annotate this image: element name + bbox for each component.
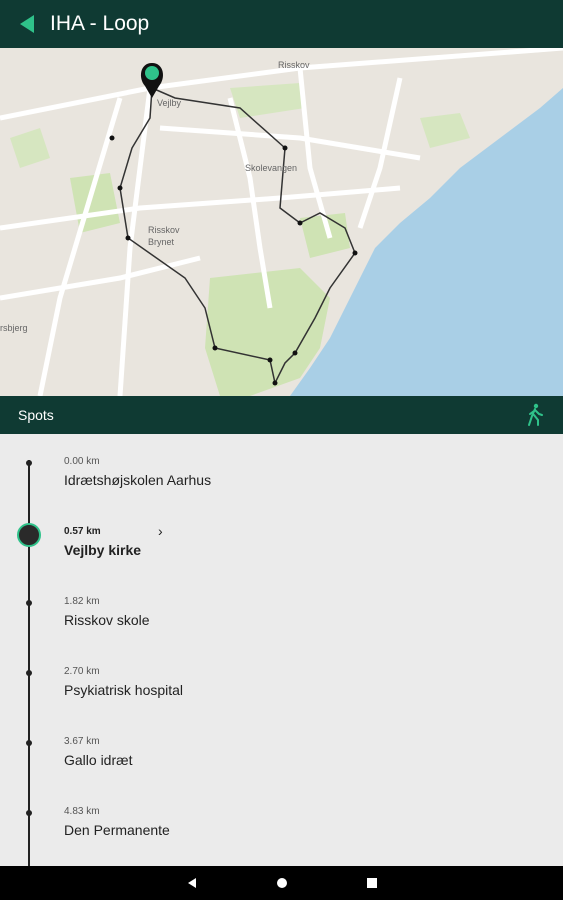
map-label-risskov-brynet-2: Brynet	[148, 237, 175, 247]
map-label-risskov-brynet: Risskov	[148, 225, 180, 235]
list-item[interactable]: 4.83 km Den Permanente	[0, 798, 563, 866]
timeline-dot	[26, 740, 32, 746]
spot-name: Psykiatrisk hospital	[64, 682, 184, 698]
map-canvas: Risskov Vejlby Skolevangen Risskov Bryne…	[0, 48, 563, 396]
walking-person-icon[interactable]	[525, 403, 545, 427]
list-item[interactable]: 2.70 km Psykiatrisk hospital	[0, 658, 563, 728]
route-map[interactable]: Risskov Vejlby Skolevangen Risskov Bryne…	[0, 48, 563, 396]
nav-back-icon[interactable]	[172, 866, 212, 900]
app-bar: IHA - Loop	[0, 0, 563, 48]
map-label-vejlby: Vejlby	[157, 98, 182, 108]
spots-label: Spots	[18, 407, 54, 423]
spot-name: Idrætshøjskolen Aarhus	[64, 472, 212, 488]
timeline-dot	[26, 670, 32, 676]
chevron-right-icon[interactable]: ›	[158, 523, 163, 539]
map-label-skolevangen: Skolevangen	[245, 163, 297, 173]
list-item-active[interactable]: 0.57 km Vejlby kirke ›	[0, 518, 563, 588]
spot-name: Risskov skole	[64, 612, 150, 628]
list-item[interactable]: 0.00 km Idrætshøjskolen Aarhus	[0, 448, 563, 518]
timeline-dot	[26, 810, 32, 816]
spot-distance: 3.67 km	[64, 736, 100, 747]
spot-distance: 1.82 km	[64, 596, 100, 607]
map-label-risskov: Risskov	[278, 60, 310, 70]
avatar	[17, 523, 41, 547]
spots-list[interactable]: 0.00 km Idrætshøjskolen Aarhus 0.57 km V…	[0, 434, 563, 866]
spot-distance: 0.00 km	[64, 456, 100, 467]
nav-recents-icon[interactable]	[352, 866, 392, 900]
spot-distance: 2.70 km	[64, 666, 100, 677]
spot-name: Den Permanente	[64, 822, 170, 838]
spot-distance: 0.57 km	[64, 526, 101, 537]
system-nav-bar	[0, 866, 563, 900]
page-title: IHA - Loop	[50, 12, 150, 35]
spot-name: Gallo idræt	[64, 752, 133, 768]
nav-home-icon[interactable]	[262, 866, 302, 900]
list-item[interactable]: 1.82 km Risskov skole	[0, 588, 563, 658]
back-arrow-icon[interactable]	[16, 13, 38, 35]
spot-distance: 4.83 km	[64, 806, 100, 817]
map-label-partial: rsbjerg	[0, 323, 28, 333]
spot-name: Vejlby kirke	[64, 542, 142, 558]
list-item[interactable]: 3.67 km Gallo idræt	[0, 728, 563, 798]
timeline-dot	[26, 600, 32, 606]
timeline-dot	[26, 460, 32, 466]
spots-bar: Spots	[0, 396, 563, 434]
